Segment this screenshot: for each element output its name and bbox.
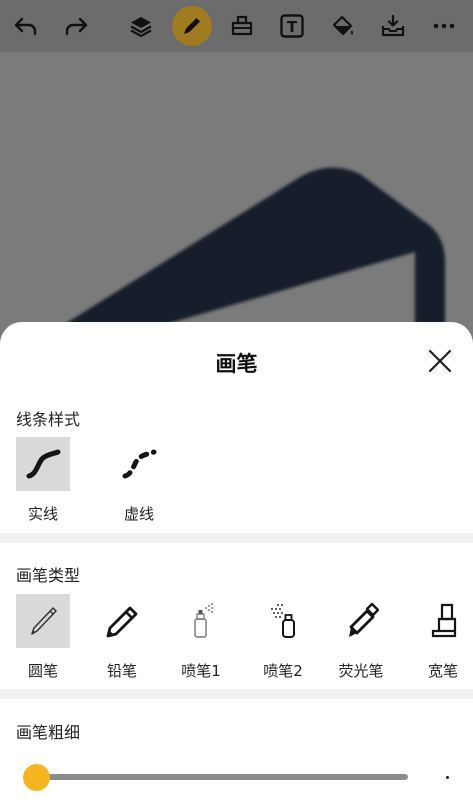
brush-type-pencil[interactable]: 铅笔	[92, 594, 152, 681]
spray-can-icon	[194, 603, 213, 638]
drawing-canvas[interactable]	[0, 52, 473, 352]
eraser-icon	[231, 15, 253, 36]
pen-tool-button[interactable]	[172, 6, 212, 46]
save-tray-icon	[381, 14, 405, 37]
layers-icon	[130, 17, 152, 38]
solid-option-box	[16, 437, 70, 491]
undo-icon	[14, 17, 37, 36]
wide-marker-icon	[431, 603, 457, 638]
panel-title: 画笔	[215, 352, 258, 376]
canvas-shape	[20, 167, 445, 352]
line-style-dashed[interactable]: 虚线	[109, 437, 169, 524]
more-button[interactable]	[424, 6, 464, 46]
wide-option-box	[416, 594, 470, 648]
more-icon	[433, 23, 455, 29]
round-pen-icon	[31, 607, 57, 635]
eraser-button[interactable]	[222, 6, 262, 46]
redo-icon	[65, 17, 88, 36]
text-icon: T	[280, 14, 304, 38]
spray1-option-box	[174, 594, 228, 648]
brush-type-round[interactable]: 圆笔	[13, 594, 73, 681]
round-option-box	[16, 594, 70, 648]
pen-icon	[184, 18, 200, 34]
line-style-solid[interactable]: 实线	[13, 437, 73, 524]
brush-type-spray1[interactable]: 喷笔1	[171, 594, 231, 681]
brush-size-preview-dot	[446, 776, 449, 779]
dashed-option-box	[112, 437, 166, 491]
brush-type-wide[interactable]: 宽笔	[413, 594, 473, 681]
line-style-label: 线条样式	[16, 410, 81, 429]
brush-settings-panel: 画笔 线条样式 实线 虚线 画笔类型 圆笔 铅笔 喷笔1 喷笔2 荧光笔 宽笔 …	[0, 322, 473, 810]
save-button[interactable]	[373, 6, 413, 46]
brush-type-spray2[interactable]: 喷笔2	[253, 594, 313, 681]
highlighter-icon	[349, 602, 380, 637]
dashed-line-icon	[122, 449, 157, 479]
brush-type-highlighter[interactable]: 荧光笔	[331, 594, 391, 681]
undo-button[interactable]	[6, 6, 46, 46]
section-divider	[0, 689, 473, 699]
layers-button[interactable]	[121, 6, 161, 46]
pencil-option-box	[95, 594, 149, 648]
close-icon[interactable]	[427, 348, 453, 374]
brush-size-slider-track[interactable]	[38, 774, 408, 780]
highlighter-option-box	[334, 594, 388, 648]
brush-size-label: 画笔粗细	[16, 723, 81, 742]
fill-bucket-icon	[332, 15, 353, 36]
fill-bucket-button[interactable]	[323, 6, 363, 46]
solid-line-icon	[26, 449, 61, 479]
redo-button[interactable]	[56, 6, 96, 46]
brush-type-label: 画笔类型	[16, 566, 81, 585]
svg-text:T: T	[287, 18, 298, 36]
spray-bottle-icon	[271, 604, 295, 638]
spray2-option-box	[256, 594, 310, 648]
brush-size-slider-thumb[interactable]	[23, 764, 50, 791]
pencil-icon	[106, 606, 138, 638]
section-divider	[0, 533, 473, 543]
top-toolbar: T	[0, 0, 473, 52]
text-tool-button[interactable]: T	[272, 6, 312, 46]
